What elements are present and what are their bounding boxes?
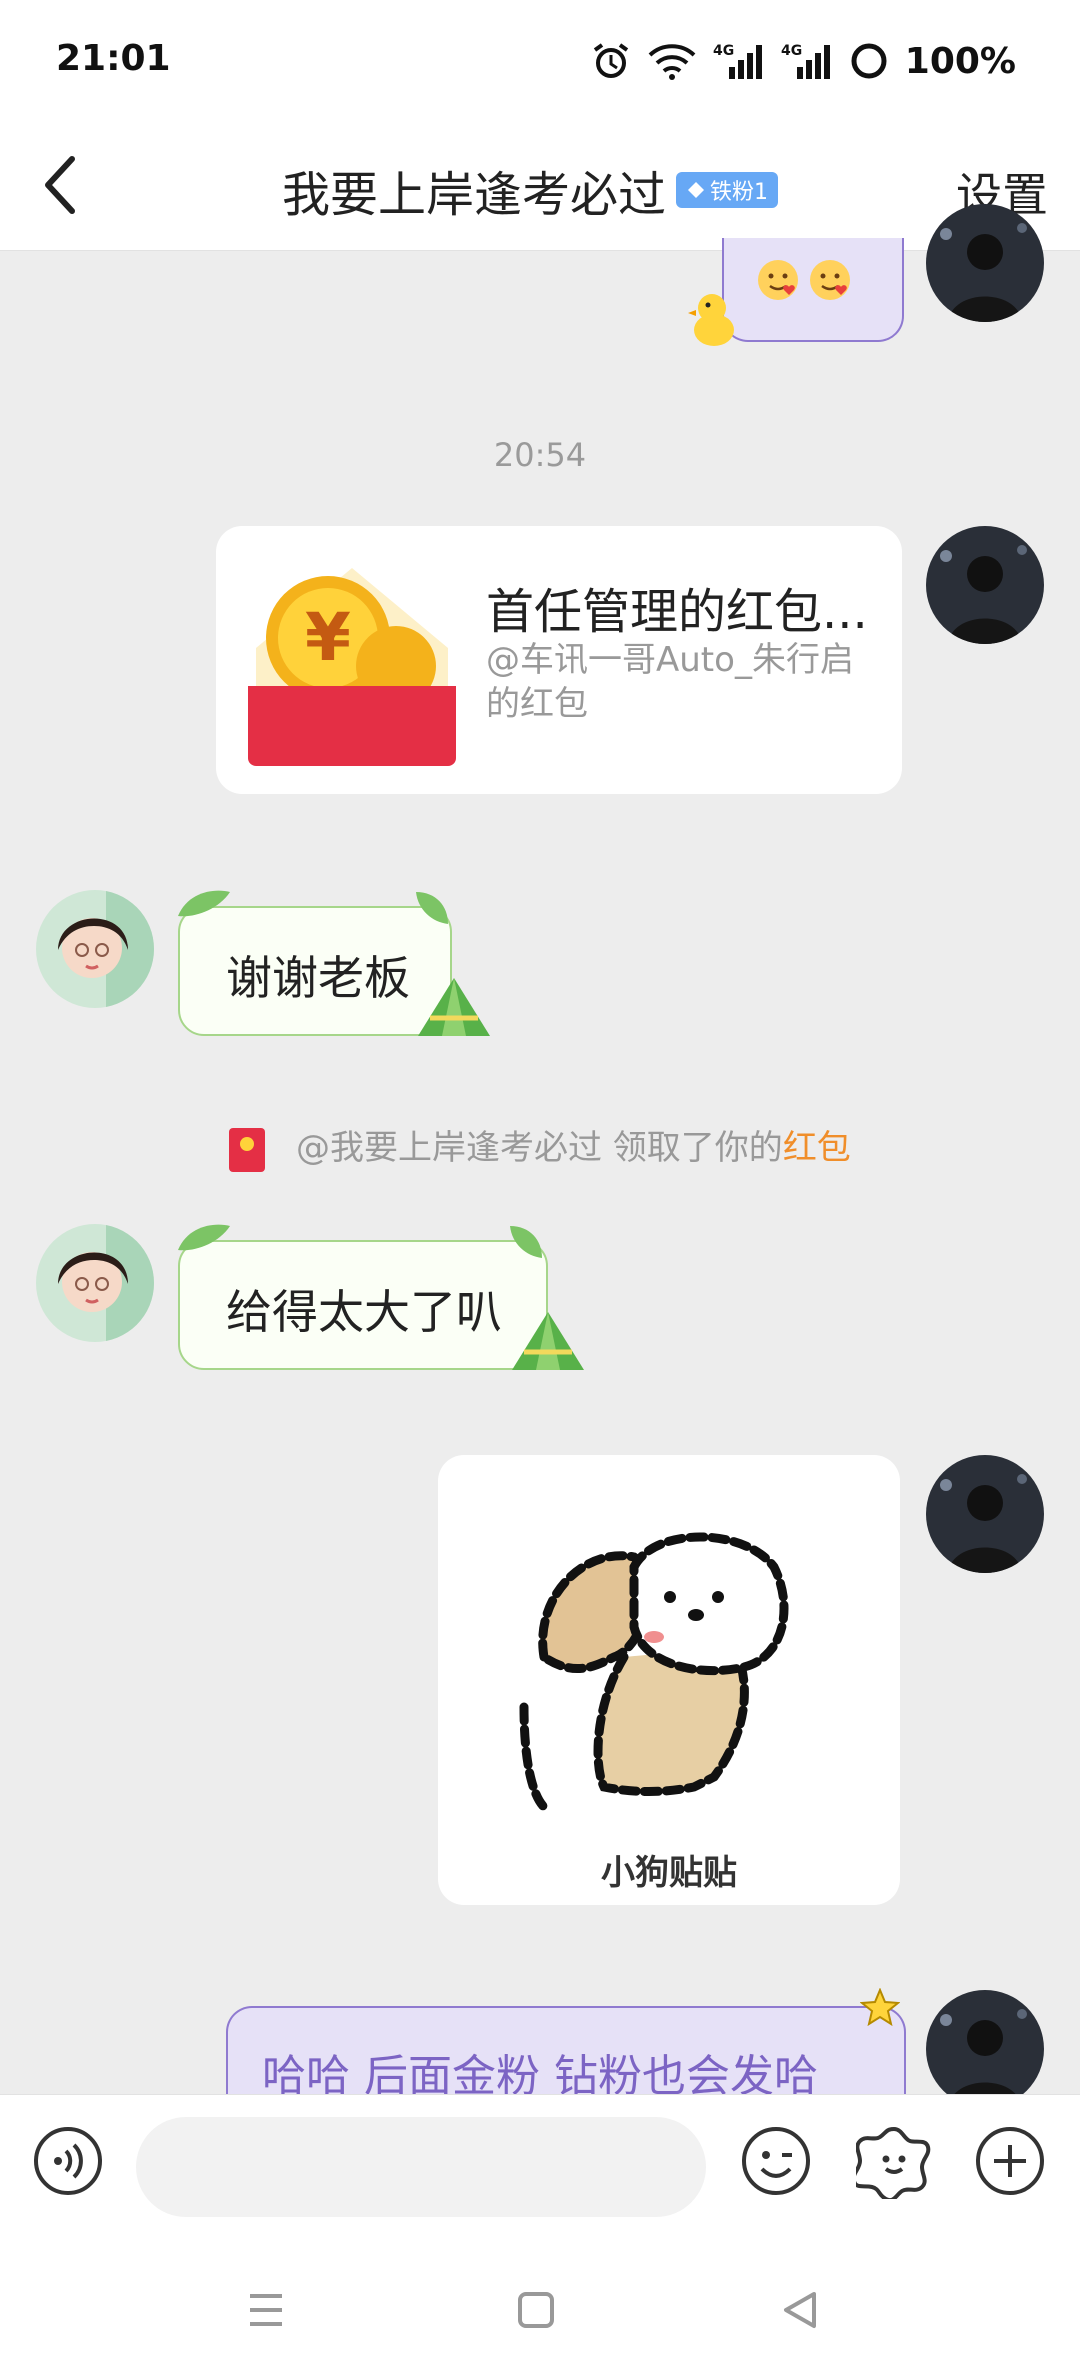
avatar-me[interactable] xyxy=(926,526,1044,644)
red-packet-icon: ¥ xyxy=(248,568,456,766)
sticker-button[interactable] xyxy=(856,2123,932,2199)
fan-level-badge: 铁粉1 xyxy=(676,172,779,208)
star-decoration-icon xyxy=(860,1988,900,2027)
person-silhouette-icon xyxy=(926,526,1044,644)
red-packet-small-icon xyxy=(229,1127,266,1172)
more-button[interactable] xyxy=(972,2123,1048,2199)
recent-apps-button[interactable] xyxy=(244,2288,288,2336)
avatar-other-user[interactable] xyxy=(36,1224,154,1342)
duck-decoration-icon xyxy=(688,294,734,346)
battery-percent: 100% xyxy=(904,40,1016,82)
status-bar: 21:01 4G 4G 100% xyxy=(0,0,1080,125)
wifi-icon xyxy=(648,44,696,80)
message-bubble-received[interactable]: 谢谢老板 xyxy=(178,890,490,1036)
person-silhouette-icon xyxy=(926,1455,1044,1573)
svg-text:¥: ¥ xyxy=(305,599,351,676)
red-packet-title: 首任管理的红包... xyxy=(486,584,868,640)
person-silhouette-icon xyxy=(926,1990,1044,2108)
badge-label: 铁粉1 xyxy=(710,180,769,205)
leaf-decoration-icon xyxy=(178,890,230,917)
avatar-me[interactable] xyxy=(926,1990,1044,2108)
message-bubble-received[interactable]: 给得太大了叭 xyxy=(178,1224,584,1370)
chat-title-text: 我要上岸逢考必过 xyxy=(282,167,667,223)
svg-text:4G: 4G xyxy=(713,43,734,59)
status-icons: 4G 4G 100% xyxy=(591,36,1016,86)
avatar-other-user[interactable] xyxy=(36,890,154,1008)
back-nav-button[interactable] xyxy=(778,2288,822,2336)
person-silhouette-icon xyxy=(926,204,1044,322)
message-bubble-partial[interactable] xyxy=(722,238,904,342)
plus-icon xyxy=(976,2127,1044,2195)
status-time: 21:01 xyxy=(56,38,171,79)
sticker-icon xyxy=(856,2126,931,2199)
girl-portrait-icon xyxy=(36,1224,154,1342)
alarm-icon xyxy=(593,43,628,78)
battery-icon xyxy=(851,43,887,79)
red-packet-claimed-notice: @我要上岸逢考必过 领取了你的红包 xyxy=(0,1120,1080,1172)
emoji-button[interactable] xyxy=(738,2123,814,2199)
voice-button[interactable] xyxy=(30,2123,106,2199)
sticker-caption: 小狗贴贴 xyxy=(601,1853,737,1893)
red-packet-card[interactable]: ¥ 首任管理的红包... @车讯一哥Auto_朱行启的红包 xyxy=(216,526,902,794)
leaf-decoration-icon xyxy=(510,1226,542,1258)
system-nav-bar xyxy=(0,2244,1080,2376)
notice-red-packet-link[interactable]: 红包 xyxy=(783,1128,851,1168)
message-text: 给得太大了叭 xyxy=(226,1285,502,1339)
notice-text: @我要上岸逢考必过 领取了你的 xyxy=(296,1128,783,1168)
signal-4g-icon: 4G xyxy=(713,43,762,79)
back-triangle-icon xyxy=(784,2292,816,2328)
red-packet-subtitle: @车讯一哥Auto_朱行启的红包 xyxy=(486,640,854,724)
avatar-me[interactable] xyxy=(926,1455,1044,1573)
puppy-sticker-icon xyxy=(519,1532,789,1812)
message-text: 谢谢老板 xyxy=(226,951,410,1005)
emoji-icon xyxy=(742,2127,810,2195)
leaf-decoration-icon xyxy=(416,892,448,924)
leaf-decoration-icon xyxy=(178,1224,230,1251)
sticker-message[interactable]: 小狗贴贴 xyxy=(438,1455,900,1905)
input-bar xyxy=(0,2094,1080,2245)
time-divider: 20:54 xyxy=(493,436,587,474)
svg-text:4G: 4G xyxy=(781,43,802,59)
chat-title: 我要上岸逢考必过 铁粉1 xyxy=(282,155,779,225)
chat-header: 我要上岸逢考必过 铁粉1 设置 xyxy=(0,125,1080,251)
heart-face-emoji-icon xyxy=(758,260,798,300)
home-icon xyxy=(518,2292,554,2328)
avatar-me[interactable] xyxy=(926,204,1044,322)
diamond-icon xyxy=(688,182,705,198)
girl-portrait-icon xyxy=(36,890,154,1008)
home-button[interactable] xyxy=(514,2288,558,2336)
message-input[interactable] xyxy=(136,2117,706,2217)
menu-icon xyxy=(250,2294,282,2326)
chevron-left-icon xyxy=(45,156,75,214)
signal-4g-icon: 4G xyxy=(781,43,830,79)
zongzi-icon xyxy=(512,1312,584,1370)
heart-face-emoji-icon xyxy=(810,260,850,300)
voice-icon xyxy=(34,2127,102,2195)
back-button[interactable] xyxy=(30,155,90,215)
zongzi-icon xyxy=(418,978,490,1036)
